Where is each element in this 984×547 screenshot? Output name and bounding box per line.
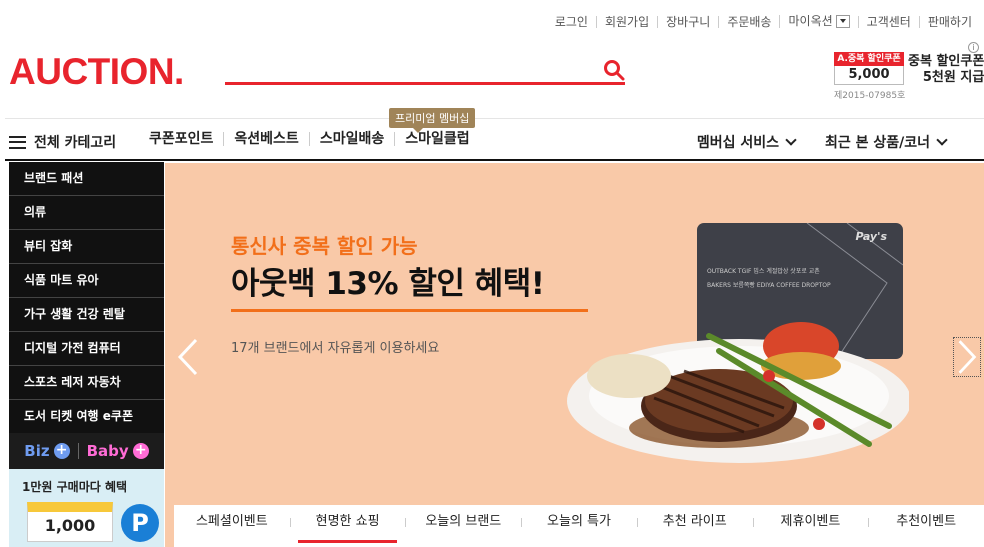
sell-link[interactable]: 판매하기	[918, 15, 980, 28]
category-item[interactable]: 가구 생활 건강 렌탈	[9, 298, 164, 332]
divider	[77, 443, 79, 459]
chevron-down-icon[interactable]	[835, 15, 850, 28]
my-auction-link[interactable]: 마이옥션	[779, 15, 857, 28]
customer-center-link[interactable]: 고객센터	[857, 15, 919, 28]
tab-recommended-life[interactable]: 추천 라이프	[636, 505, 753, 547]
chevron-down-icon	[785, 133, 797, 146]
tab-today-deal[interactable]: 오늘의 특가	[521, 505, 637, 547]
main-nav: 전체 카테고리 쿠폰포인트 옥션베스트 스마일배송 스마일클럽 멤버십 서비스 …	[5, 119, 984, 161]
cart-link[interactable]: 장바구니	[657, 15, 718, 28]
chevron-down-icon	[936, 133, 948, 146]
search-bar	[225, 58, 625, 85]
prev-arrow-icon[interactable]	[174, 337, 202, 377]
category-item[interactable]: 의류	[9, 196, 164, 230]
title-underline	[231, 309, 588, 312]
biz-link[interactable]: Biz +	[24, 442, 70, 460]
nav-menu: 쿠폰포인트 옥션베스트 스마일배송 스마일클럽	[145, 132, 480, 146]
category-sidebar: 브랜드 패션 의류 뷰티 잡화 식품 마트 유아 가구 생활 건강 렌탈 디지털…	[9, 162, 164, 434]
banner-title: 아웃백 13% 할인 혜택!	[231, 266, 545, 302]
search-input[interactable]	[225, 58, 595, 82]
category-item[interactable]: 스포츠 레저 자동차	[9, 366, 164, 400]
card-logo: Pay's	[855, 230, 887, 243]
point-icon: P	[121, 504, 159, 542]
coupon-line2: 5천원 지급	[922, 70, 984, 85]
nav-coupon-point[interactable]: 쿠폰포인트	[145, 132, 223, 146]
banner-description: 17개 브랜드에서 자유롭게 이용하세요	[231, 341, 440, 356]
auction-logo[interactable]: AUCTION.	[9, 52, 184, 92]
all-categories-label: 전체 카테고리	[34, 135, 117, 151]
plus-icon: +	[132, 443, 149, 459]
biz-baby-bar: Biz + Baby +	[9, 433, 164, 469]
membership-service-dropdown[interactable]: 멤버십 서비스	[696, 132, 797, 152]
login-link[interactable]: 로그인	[547, 16, 596, 28]
tab-today-brand[interactable]: 오늘의 브랜드	[405, 505, 521, 547]
category-item[interactable]: 뷰티 잡화	[9, 230, 164, 264]
coupon-badge: A.중복 할인쿠폰	[834, 52, 904, 66]
category-item[interactable]: 디지털 가전 컴퓨터	[9, 332, 164, 366]
tab-partner-event[interactable]: 제휴이벤트	[752, 505, 869, 547]
category-item[interactable]: 식품 마트 유아	[9, 264, 164, 298]
next-arrow-icon[interactable]	[953, 337, 981, 377]
info-icon[interactable]: i	[968, 42, 979, 53]
tab-smart-shopping[interactable]: 현명한 쇼핑	[289, 505, 406, 547]
nav-smile-delivery[interactable]: 스마일배송	[308, 132, 394, 146]
main-banner[interactable]: 통신사 중복 할인 가능 아웃백 13% 할인 혜택! 17개 브랜드에서 자유…	[165, 163, 984, 547]
steak-dish-image	[567, 322, 909, 463]
recent-viewed-label: 최근 본 상품/코너	[824, 135, 930, 151]
banner-subtitle: 통신사 중복 할인 가능	[231, 234, 418, 258]
banner-tabs: 스페셜이벤트 현명한 쇼핑 오늘의 브랜드 오늘의 특가 추천 라이프 제휴이벤…	[174, 505, 984, 547]
baby-label: Baby	[86, 442, 129, 460]
recent-viewed-dropdown[interactable]: 최근 본 상품/코너	[824, 132, 948, 152]
nav-right: 멤버십 서비스 최근 본 상품/코너	[667, 132, 948, 152]
search-icon[interactable]	[603, 59, 625, 81]
category-item[interactable]: 브랜드 패션	[9, 162, 164, 196]
my-auction-label: 마이옥션	[788, 14, 833, 28]
coupon-reg-no: 제2015-07985호	[834, 91, 906, 101]
nav-auction-best[interactable]: 옥션베스트	[223, 132, 308, 146]
coupon-banner[interactable]: A.중복 할인쿠폰 5,000 제2015-07985호	[834, 52, 906, 101]
nav-smile-club[interactable]: 스마일클럽	[394, 132, 479, 146]
category-item[interactable]: 도서 티켓 여행 e쿠폰	[9, 400, 164, 434]
all-categories-button[interactable]: 전체 카테고리	[9, 132, 116, 152]
tab-recommended-event[interactable]: 추천이벤트	[868, 505, 984, 547]
orders-link[interactable]: 주문배송	[718, 15, 779, 28]
signup-link[interactable]: 회원가입	[595, 15, 657, 28]
card-brands: OUTBACK TGIF 빕스 계절밥상 삿포로 교촌 BAKERS 보름쪽빵 …	[707, 268, 831, 289]
point-promo[interactable]: 1만원 구매마다 혜택 1,000 P	[9, 469, 164, 547]
plus-icon: +	[53, 443, 70, 459]
coupon-line1: 중복 할인쿠폰	[908, 54, 984, 69]
membership-service-label: 멤버십 서비스	[696, 135, 779, 151]
tab-special-event[interactable]: 스페셜이벤트	[174, 505, 290, 547]
coupon-amount: 5,000	[834, 66, 904, 85]
premium-membership-tooltip: 프리미엄 멤버십	[389, 108, 476, 133]
coupon-text[interactable]: 중복 할인쿠폰 5천원 지급	[908, 54, 984, 86]
menu-icon	[9, 135, 26, 149]
biz-label: Biz	[24, 442, 50, 460]
promo-title: 1만원 구매마다 혜택	[22, 480, 128, 494]
utility-links: 로그인 회원가입 장바구니 주문배송 마이옥션 고객센터 판매하기	[547, 15, 980, 28]
promo-amount: 1,000	[27, 502, 113, 542]
baby-link[interactable]: Baby +	[87, 442, 149, 460]
